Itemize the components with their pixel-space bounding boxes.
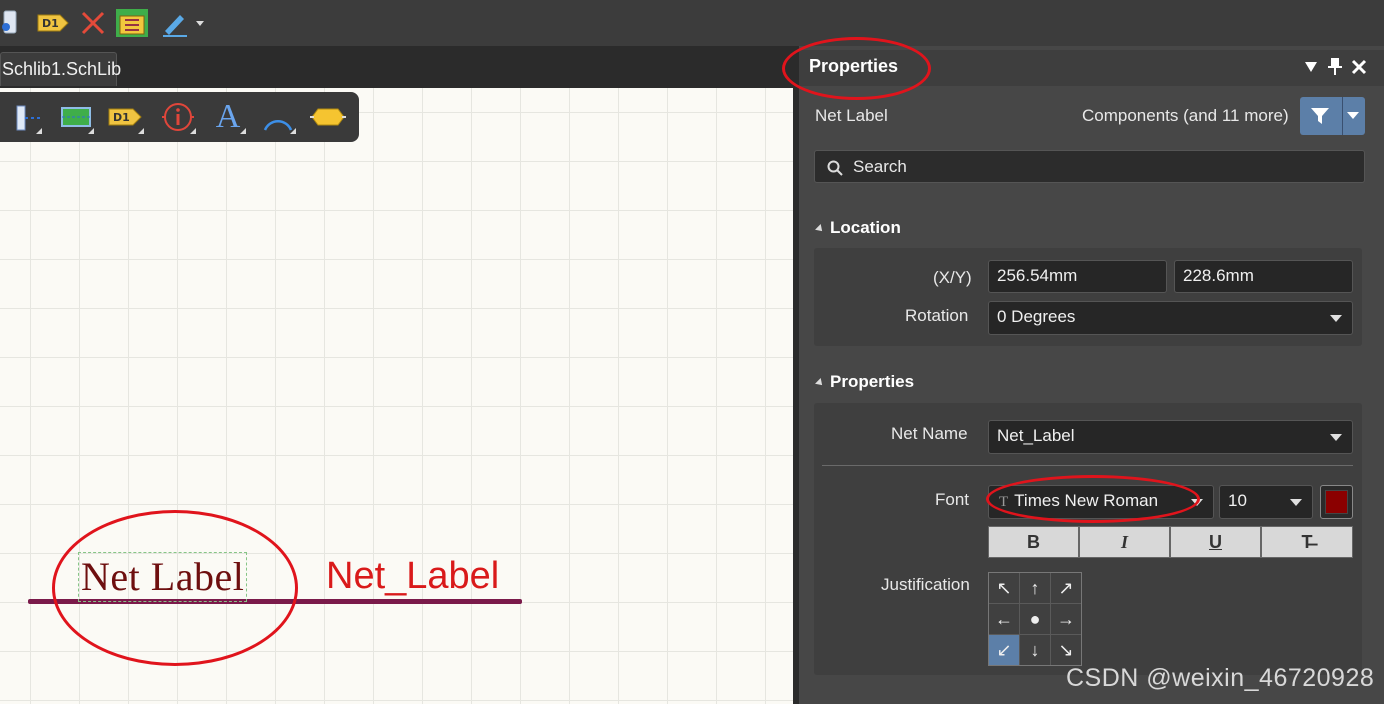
justify-top-left[interactable]: ↖ — [989, 573, 1019, 603]
search-input[interactable]: Search — [814, 150, 1365, 183]
net-name-select[interactable]: Net_Label — [988, 420, 1353, 454]
xy-label: (X/Y) — [933, 268, 972, 287]
font-size-select[interactable]: 10 — [1219, 485, 1313, 519]
watermark: CSDN @weixin_46720928 — [1066, 664, 1375, 692]
placement-toolbar: D1 A — [0, 92, 359, 142]
component-icon[interactable] — [114, 8, 150, 38]
info-icon[interactable] — [158, 98, 198, 136]
justify-middle-right[interactable]: → — [1051, 604, 1081, 634]
chevron-down-icon — [1330, 315, 1342, 322]
search-icon — [827, 160, 843, 176]
font-color-button[interactable] — [1320, 485, 1353, 519]
font-family-select[interactable]: T Times New Roman — [988, 485, 1214, 519]
justify-center[interactable]: ● — [1020, 604, 1050, 634]
line-icon[interactable] — [4, 98, 44, 136]
location-title: Location — [830, 218, 901, 237]
schematic-canvas[interactable] — [0, 88, 793, 704]
justification-grid: ↖ ↑ ↗ ← ● → ↙ ↓ ↘ — [988, 572, 1082, 666]
svg-text:D1: D1 — [42, 17, 59, 30]
rotation-label: Rotation — [905, 306, 969, 325]
search-placeholder: Search — [853, 157, 907, 176]
panel-title: Properties — [809, 56, 899, 76]
justify-bottom-center[interactable]: ↓ — [1020, 635, 1050, 665]
polygon-icon[interactable] — [308, 98, 348, 136]
properties-section-header[interactable]: Properties — [815, 372, 915, 392]
rectangle-icon[interactable] — [56, 98, 96, 136]
font-family-value: Times New Roman — [1014, 491, 1159, 510]
justify-bottom-left[interactable]: ↙ — [989, 635, 1019, 665]
filter-summary: Components (and 11 more) — [1082, 106, 1289, 125]
filter-button[interactable] — [1300, 97, 1365, 135]
net-name-label: Net Name — [891, 424, 968, 443]
chevron-down-icon — [1330, 434, 1342, 441]
divider — [822, 465, 1353, 466]
collapse-triangle-icon — [815, 223, 825, 234]
panel-menu-icon[interactable] — [1302, 58, 1320, 81]
justify-top-right[interactable]: ↗ — [1051, 573, 1081, 603]
close-panel-icon[interactable] — [1350, 58, 1368, 81]
rotation-select[interactable]: 0 Degrees — [988, 301, 1353, 335]
strikethrough-button[interactable]: T̶ — [1261, 526, 1353, 558]
object-type: Net Label — [815, 106, 888, 125]
pen-icon[interactable] — [160, 8, 206, 38]
pin-panel-icon[interactable] — [1326, 56, 1344, 81]
net-label-selected[interactable]: Net Label — [78, 552, 248, 602]
text-icon[interactable]: A — [208, 98, 248, 136]
justify-bottom-right[interactable]: ↘ — [1051, 635, 1081, 665]
port-icon[interactable]: D1 — [106, 98, 146, 136]
font-label: Font — [935, 490, 970, 509]
properties-title: Properties — [830, 372, 915, 391]
x-field[interactable]: 256.54mm — [988, 260, 1167, 293]
bold-button[interactable]: B — [988, 526, 1079, 558]
main-toolbar: D1 — [0, 0, 1384, 46]
justification-label: Justification — [881, 575, 970, 594]
delete-x-icon[interactable] — [78, 8, 108, 38]
italic-button[interactable]: I — [1079, 526, 1170, 558]
collapse-triangle-icon — [815, 377, 825, 388]
y-field[interactable]: 228.6mm — [1174, 260, 1353, 293]
font-color-swatch — [1325, 490, 1348, 514]
justify-middle-left[interactable]: ← — [989, 604, 1019, 634]
chevron-down-icon — [1290, 499, 1302, 506]
port-d1-icon[interactable]: D1 — [36, 8, 70, 38]
font-type-icon: T — [999, 494, 1009, 510]
net-name-value: Net_Label — [997, 426, 1075, 445]
justify-top-center[interactable]: ↑ — [1020, 573, 1050, 603]
svg-text:D1: D1 — [113, 111, 130, 124]
chevron-down-icon — [1191, 499, 1203, 506]
tab-schlib1[interactable]: Schlib1.SchLib — [0, 52, 121, 86]
rotation-value: 0 Degrees — [997, 307, 1076, 326]
chevron-down-icon[interactable] — [1347, 112, 1359, 120]
pin-icon[interactable] — [0, 8, 24, 38]
net-label[interactable]: Net_Label — [326, 552, 499, 600]
underline-button[interactable]: U — [1170, 526, 1261, 558]
filter-icon — [1311, 108, 1329, 124]
font-size-value: 10 — [1228, 491, 1247, 510]
arc-icon[interactable] — [258, 98, 298, 136]
location-section-header[interactable]: Location — [815, 218, 901, 238]
